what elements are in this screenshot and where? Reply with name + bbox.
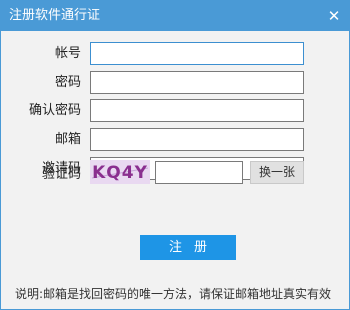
register-button[interactable]: 注册 <box>140 235 236 260</box>
captcha-input[interactable] <box>155 161 243 184</box>
password-label: 密码 <box>54 75 81 90</box>
email-input[interactable] <box>90 128 304 151</box>
email-label: 邮箱 <box>54 132 81 147</box>
captcha-label: 验证码 <box>41 167 81 182</box>
note-text: 说明:邮箱是找回密码的唯一方法，请保证邮箱地址真实有效 <box>15 287 332 301</box>
account-label: 帐号 <box>54 46 81 61</box>
password-input[interactable] <box>90 71 304 94</box>
close-icon[interactable]: ✕ <box>321 3 347 29</box>
register-dialog: 注册软件通行证 ✕ 帐号 密码 确认密码 邮箱 邀请码 验证码 KQ4Y 换一张… <box>0 0 350 310</box>
account-input[interactable] <box>90 42 304 65</box>
refresh-captcha-button[interactable]: 换一张 <box>250 161 304 184</box>
confirm-password-input[interactable] <box>90 99 304 122</box>
confirm-password-label: 确认密码 <box>28 103 81 118</box>
title-bar: 注册软件通行证 ✕ <box>1 1 349 31</box>
captcha-image[interactable]: KQ4Y <box>90 160 150 184</box>
window-title: 注册软件通行证 <box>9 8 101 23</box>
captcha-text: KQ4Y <box>92 163 148 183</box>
